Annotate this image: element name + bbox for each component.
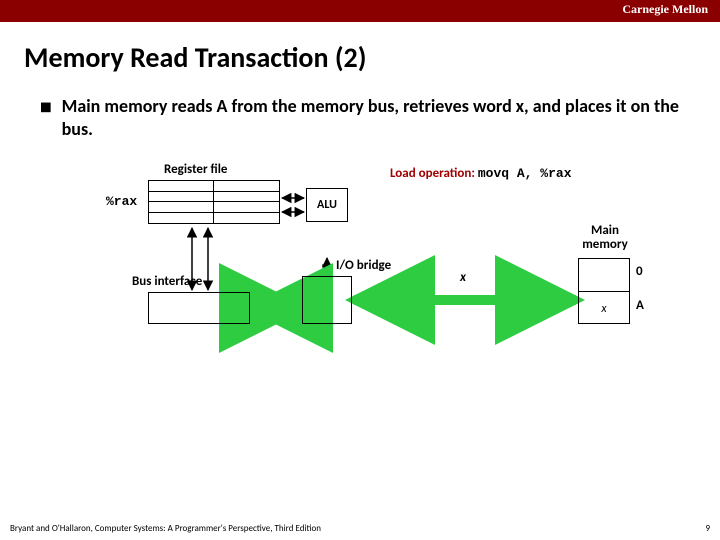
mem-cell-0 (579, 259, 629, 292)
diagram: Register file %rax ALU Load operation: m… (40, 158, 680, 368)
mem-cell-1: x (579, 292, 629, 325)
io-bridge-label: I/O bridge (336, 258, 391, 273)
brand-label: Carnegie Mellon (622, 2, 708, 17)
register-file (148, 180, 280, 224)
bus-interface-label: Bus interface (132, 274, 202, 289)
rax-label: %rax (106, 194, 137, 209)
load-op-prefix: Load operation: (390, 166, 475, 181)
footer-cite: Bryant and O'Hallaron, Computer Systems:… (10, 523, 321, 534)
main-memory-label: Main memory (570, 224, 640, 253)
bullet-mark: ◼ (40, 98, 52, 140)
register-file-label: Register file (164, 162, 227, 177)
alu-box: ALU (306, 188, 348, 222)
mem-addr-1: A (636, 298, 644, 313)
main-memory-box: x (578, 258, 630, 324)
bullet-text: Main memory reads A from the memory bus,… (62, 95, 680, 140)
bullet-item: ◼ Main memory reads A from the memory bu… (40, 95, 680, 140)
io-bridge-box (302, 276, 352, 324)
footer: Bryant and O'Hallaron, Computer Systems:… (10, 523, 710, 534)
bus-interface-box (148, 292, 250, 324)
page-number: 9 (705, 523, 710, 534)
load-op-label: Load operation: movq A, %rax (390, 166, 572, 181)
load-op-code: movq A, %rax (478, 166, 572, 181)
mem-addr-0: 0 (636, 264, 643, 279)
slide-title: Memory Read Transaction (2) (24, 40, 720, 75)
bus-value: x (460, 270, 466, 285)
top-bar: Carnegie Mellon (0, 0, 720, 22)
